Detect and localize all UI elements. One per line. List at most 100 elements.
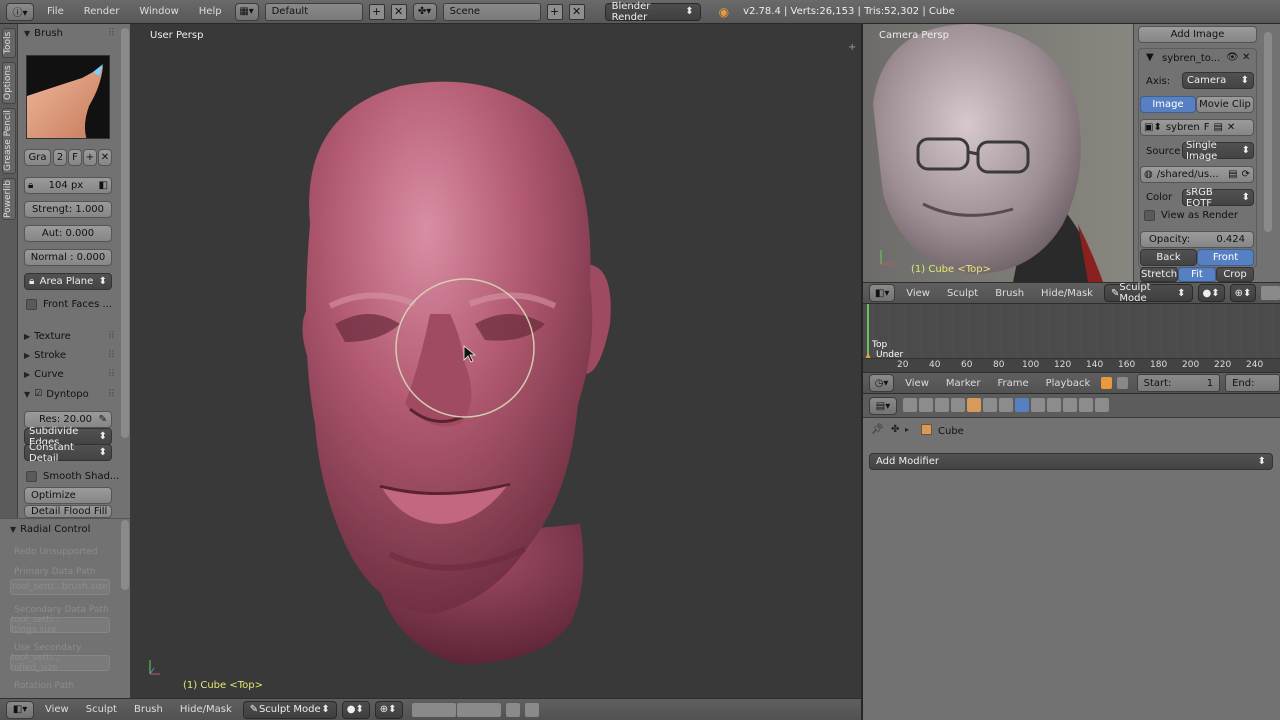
crop-button[interactable]: Crop bbox=[1216, 267, 1254, 282]
menu-help[interactable]: Help bbox=[192, 6, 229, 17]
add-layout-button[interactable]: + bbox=[368, 3, 385, 20]
physics-tab-icon[interactable] bbox=[1095, 398, 1109, 412]
render-engine-select[interactable]: Blender Render ⬍ bbox=[604, 1, 701, 23]
unlink-brush-button[interactable]: ✕ bbox=[98, 149, 112, 166]
menu-sculpt[interactable]: Sculpt bbox=[941, 288, 984, 299]
pin-icon[interactable]: 📌︎ bbox=[871, 424, 884, 435]
menu-render[interactable]: Render bbox=[77, 6, 127, 17]
mode-select[interactable]: ✎ Sculpt Mode ⬍ bbox=[242, 700, 337, 719]
editor-type-button[interactable]: ◧▾ bbox=[6, 700, 34, 719]
detail-flood-fill-button[interactable]: Detail Flood Fill bbox=[24, 505, 112, 518]
drag-grip-icon[interactable]: ⠿ bbox=[108, 350, 115, 361]
start-frame-field[interactable]: Start: 1 bbox=[1136, 374, 1221, 392]
fit-button[interactable]: Fit bbox=[1178, 267, 1216, 282]
menu-file[interactable]: File bbox=[40, 6, 71, 17]
add-image-button[interactable]: Add Image bbox=[1138, 26, 1257, 43]
editor-type-button[interactable]: ⓘ▾ bbox=[6, 2, 34, 21]
add-scene-button[interactable]: + bbox=[546, 3, 563, 20]
front-faces-checkbox[interactable]: Front Faces ... bbox=[26, 299, 112, 310]
view-as-render-checkbox[interactable]: View as Render bbox=[1144, 210, 1238, 221]
brush-name-field[interactable]: Gra bbox=[24, 149, 51, 166]
frame-ruler[interactable]: 20 40 60 80 100 120 140 160 180 200 220 … bbox=[863, 358, 1280, 372]
expand-down-icon[interactable]: ▼ bbox=[1146, 52, 1154, 63]
layer-buttons[interactable] bbox=[411, 702, 501, 717]
menu-sculpt[interactable]: Sculpt bbox=[80, 704, 123, 715]
editor-type-button[interactable]: ◷▾ bbox=[869, 374, 895, 392]
smooth-shading-checkbox[interactable]: Smooth Shad... bbox=[26, 471, 119, 482]
autokey-record-icon[interactable] bbox=[1101, 377, 1112, 389]
redo-scrollbar[interactable] bbox=[121, 520, 129, 590]
fake-user-toggle[interactable]: F bbox=[68, 149, 82, 166]
new-brush-button[interactable]: + bbox=[83, 149, 97, 166]
image-datablock-field[interactable]: ▣⬍ sybren F ▤ ✕ bbox=[1140, 119, 1254, 136]
menu-playback[interactable]: Playback bbox=[1040, 378, 1097, 389]
checkbox[interactable] bbox=[1144, 210, 1155, 221]
autosmooth-slider[interactable]: Aut: 0.000 bbox=[24, 225, 112, 242]
image-entry-name[interactable]: sybren_to... bbox=[1162, 53, 1220, 64]
tab-image[interactable]: Image bbox=[1140, 96, 1196, 113]
render-icon[interactable] bbox=[505, 702, 520, 717]
curve-panel-header[interactable]: ▶ Curve ⠿ bbox=[18, 365, 118, 383]
editor-type-button[interactable]: ▤▾ bbox=[869, 397, 897, 415]
editor-type-button[interactable]: ◧▾ bbox=[869, 284, 896, 302]
menu-frame[interactable]: Frame bbox=[991, 378, 1034, 389]
scene-field[interactable]: Scene bbox=[442, 2, 541, 21]
pressure-icon[interactable]: ◧ bbox=[99, 180, 108, 191]
reload-icon[interactable]: ⟳ bbox=[1242, 169, 1250, 180]
menu-hide-mask[interactable]: Hide/Mask bbox=[174, 704, 238, 715]
tab-grease-pencil[interactable]: Grease Pencil bbox=[2, 108, 16, 174]
sculpt-plane-select[interactable]: 🔒︎ Area Plane ⬍ bbox=[24, 273, 112, 290]
optimize-button[interactable]: Optimize bbox=[24, 487, 112, 504]
eye-icon[interactable]: 👁︎ bbox=[1226, 52, 1239, 63]
drag-grip-icon[interactable]: ⠿ bbox=[108, 331, 115, 342]
brush-panel-header[interactable]: ▼ Brush ⠿ bbox=[18, 24, 118, 42]
props-scrollbar[interactable] bbox=[1264, 32, 1272, 232]
menu-brush[interactable]: Brush bbox=[128, 704, 169, 715]
menu-hide-mask[interactable]: Hide/Mask bbox=[1035, 288, 1099, 299]
render-layers-tab-icon[interactable] bbox=[919, 398, 933, 412]
radius-slider[interactable]: 🔒︎ 104 px ◧ bbox=[24, 177, 112, 194]
modifiers-tab-icon[interactable] bbox=[1015, 398, 1029, 412]
strength-slider[interactable]: Strengt: 1.000 bbox=[24, 201, 112, 218]
back-button[interactable]: Back bbox=[1140, 249, 1197, 266]
add-modifier-select[interactable]: Add Modifier ⬍ bbox=[869, 453, 1273, 470]
constraints-tab-icon[interactable] bbox=[983, 398, 997, 412]
remove-layout-button[interactable]: ✕ bbox=[390, 3, 407, 20]
viewport-shading-select[interactable]: ●⬍ bbox=[341, 700, 370, 719]
camera-viewport[interactable]: Camera Persp (1) Cube <Top> bbox=[863, 24, 1133, 282]
menu-window[interactable]: Window bbox=[132, 6, 185, 17]
menu-view[interactable]: View bbox=[39, 704, 75, 715]
layers-icon[interactable] bbox=[1261, 286, 1280, 300]
eyedropper-icon[interactable]: ✎ bbox=[99, 414, 107, 425]
texture-tab-icon[interactable] bbox=[1063, 398, 1077, 412]
drag-grip-icon[interactable]: ⠿ bbox=[108, 369, 115, 380]
object-tab-icon[interactable] bbox=[967, 398, 981, 412]
menu-marker[interactable]: Marker bbox=[940, 378, 987, 389]
fake-user-toggle[interactable]: F bbox=[1204, 122, 1210, 133]
camera-render-icon[interactable] bbox=[524, 702, 539, 717]
drag-grip-icon[interactable]: ⠿ bbox=[108, 389, 115, 400]
tab-powerlib[interactable]: Powerlib bbox=[2, 178, 16, 220]
menu-brush[interactable]: Brush bbox=[989, 288, 1030, 299]
pivot-select[interactable]: ⊕⬍ bbox=[374, 700, 403, 719]
dyntopo-panel-header[interactable]: ▼ ☑ Dyntopo ⠿ bbox=[18, 385, 118, 403]
stretch-button[interactable]: Stretch bbox=[1140, 267, 1178, 282]
opacity-slider[interactable]: Opacity: 0.424 bbox=[1140, 231, 1254, 248]
menu-view[interactable]: View bbox=[899, 378, 935, 389]
render-tab-icon[interactable] bbox=[903, 398, 917, 412]
shelf-scrollbar[interactable] bbox=[121, 28, 129, 438]
lock-icon[interactable] bbox=[1116, 377, 1128, 389]
stroke-panel-header[interactable]: ▶ Stroke ⠿ bbox=[18, 346, 118, 364]
drag-grip-icon[interactable]: ⠿ bbox=[108, 28, 115, 39]
brush-preview-thumbnail[interactable] bbox=[26, 55, 110, 139]
checkbox[interactable] bbox=[26, 299, 37, 310]
checkbox[interactable] bbox=[26, 471, 37, 482]
remove-scene-button[interactable]: ✕ bbox=[568, 3, 585, 20]
tab-options[interactable]: Options bbox=[2, 62, 16, 104]
tab-tools[interactable]: Tools bbox=[2, 28, 16, 58]
mode-select[interactable]: ✎ Sculpt Mode ⬍ bbox=[1103, 282, 1193, 304]
folder-icon[interactable]: ▤ bbox=[1213, 122, 1222, 133]
viewport-shading-select[interactable]: ●⬍ bbox=[1197, 284, 1225, 302]
world-tab-icon[interactable] bbox=[951, 398, 965, 412]
source-select[interactable]: Single Image ⬍ bbox=[1182, 140, 1254, 162]
